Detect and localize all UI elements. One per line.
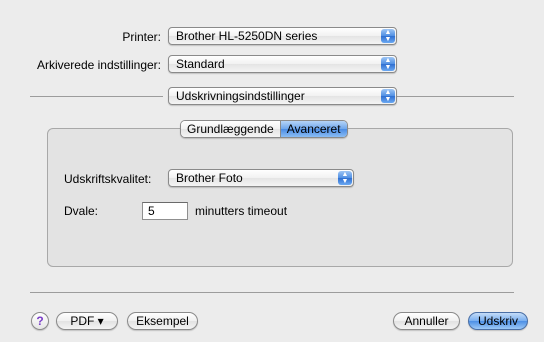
quality-value: Brother Foto [176, 171, 243, 185]
printer-value: Brother HL-5250DN series [176, 29, 318, 43]
tab-control: Grundlæggende Avanceret [180, 120, 348, 138]
help-button[interactable]: ? [31, 312, 49, 330]
section-popup[interactable]: Udskrivningsindstillinger ▲ ▼ [168, 87, 397, 105]
tab-panel [47, 128, 513, 267]
preview-button[interactable]: Eksempel [127, 312, 198, 330]
section-value: Udskrivningsindstillinger [176, 89, 305, 103]
printer-label: Printer: [122, 30, 161, 44]
separator-right [397, 96, 514, 97]
presets-label: Arkiverede indstillinger: [36, 58, 161, 72]
sleep-label: Dvale: [64, 204, 99, 218]
separator-left [30, 96, 163, 97]
printer-popup[interactable]: Brother HL-5250DN series ▲ ▼ [168, 27, 397, 45]
sleep-unit-label: minutters timeout [195, 204, 288, 218]
popup-arrows-icon: ▲ ▼ [338, 171, 352, 185]
presets-popup[interactable]: Standard ▲ ▼ [168, 55, 397, 73]
pdf-button[interactable]: PDF ▾ [56, 312, 118, 330]
print-button[interactable]: Udskriv [468, 312, 528, 330]
popup-arrows-icon: ▲ ▼ [381, 57, 395, 71]
quality-popup[interactable]: Brother Foto ▲ ▼ [168, 169, 354, 187]
popup-arrows-icon: ▲ ▼ [381, 29, 395, 43]
popup-arrows-icon: ▲ ▼ [381, 89, 395, 103]
sleep-minutes-field[interactable]: 5 [142, 202, 188, 220]
cancel-button[interactable]: Annuller [393, 312, 460, 330]
quality-label: Udskriftskvalitet: [64, 172, 152, 186]
tab-advanced[interactable]: Avanceret [280, 121, 347, 137]
tab-basic[interactable]: Grundlæggende [181, 121, 281, 137]
presets-value: Standard [176, 57, 225, 71]
footer-separator [30, 292, 514, 293]
